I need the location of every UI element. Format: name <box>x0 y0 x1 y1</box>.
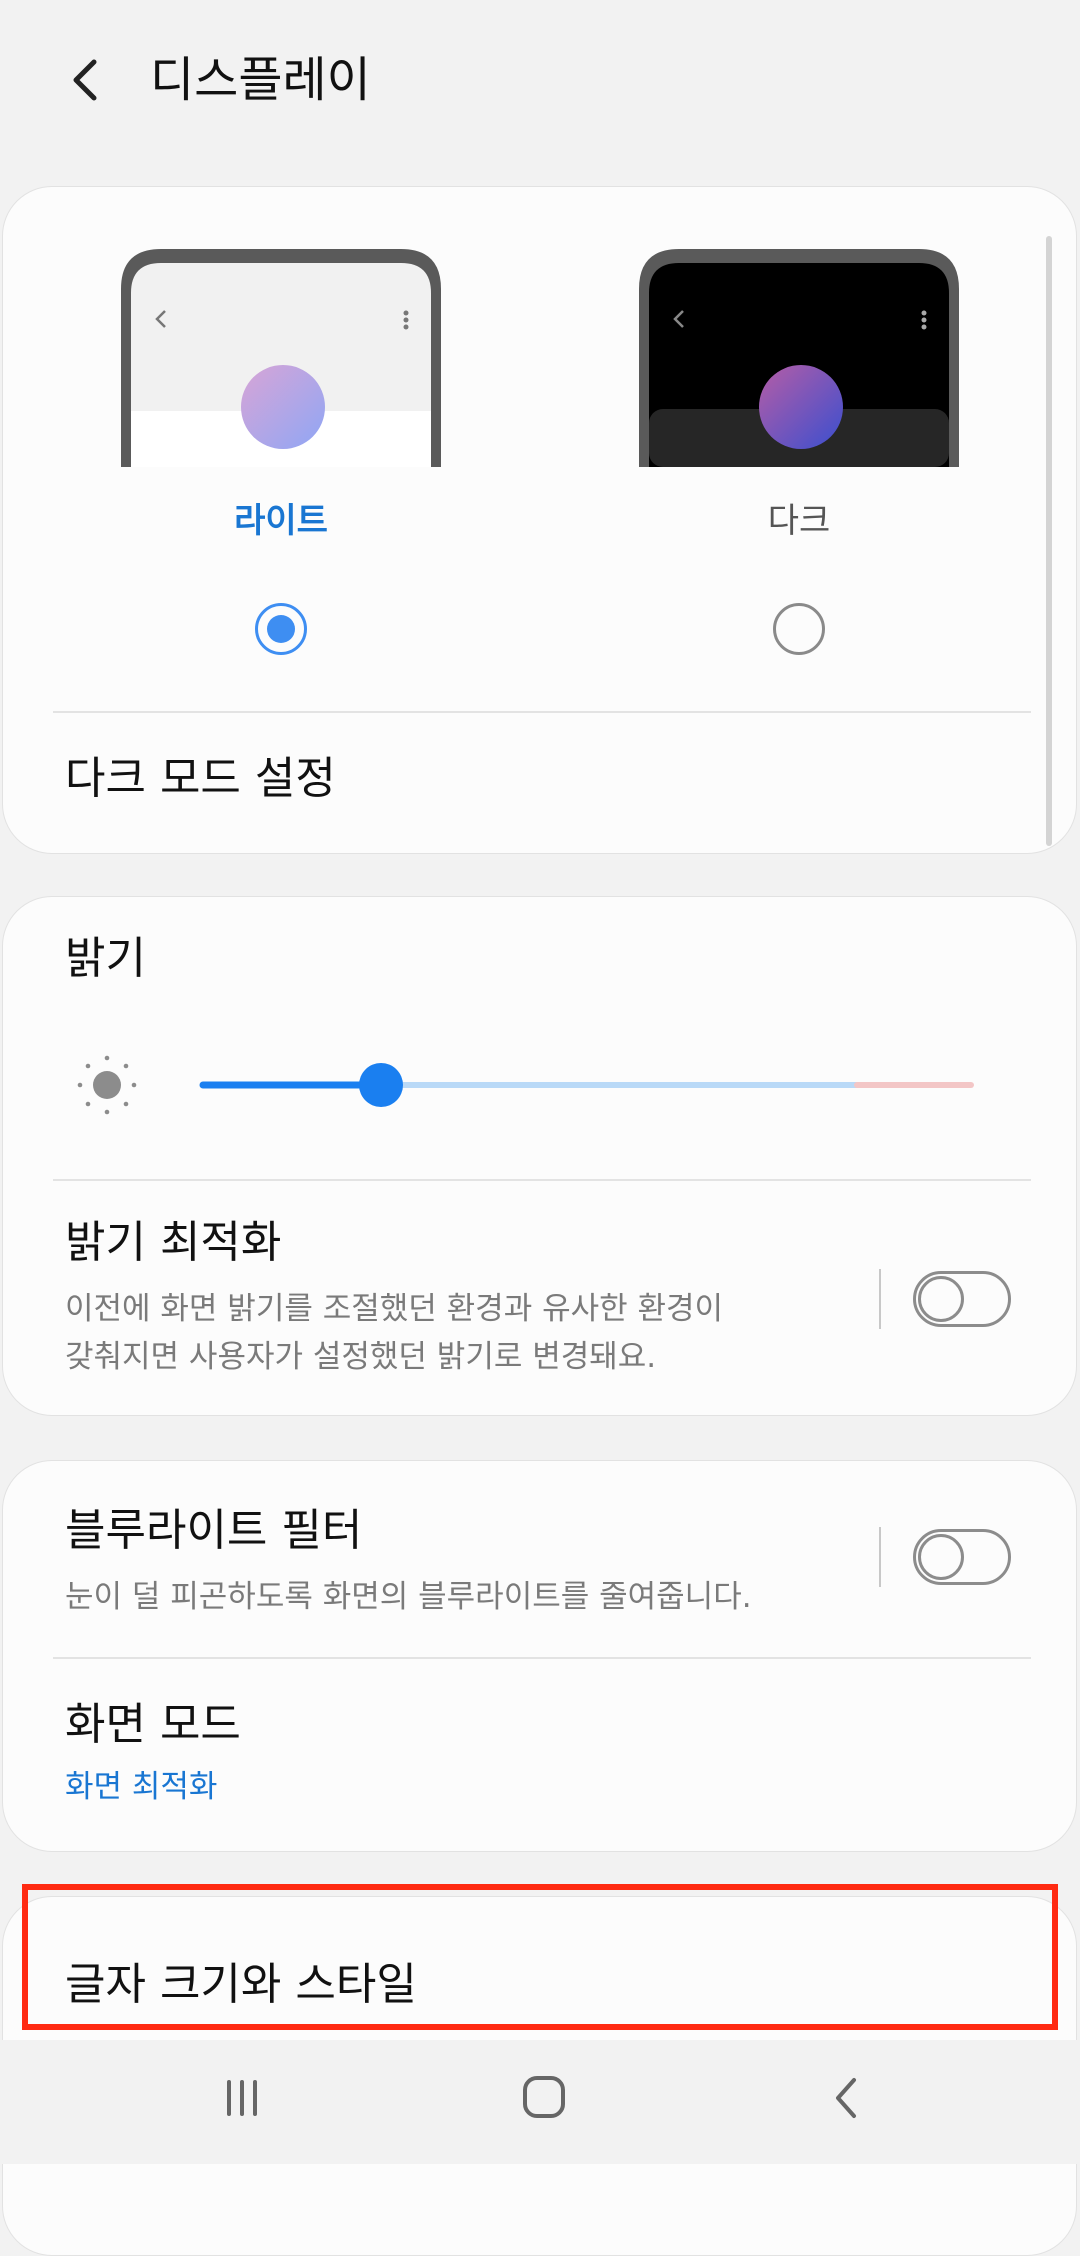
scrollbar <box>1046 236 1052 846</box>
dark-theme-label: 다크 <box>767 501 831 541</box>
blue-light-filter-desc: 눈이 덜 피곤하도록 화면의 블루라이트를 줄여줍니다. <box>65 1579 752 1615</box>
slider-thumb[interactable] <box>359 1063 403 1107</box>
chevron-left-icon <box>73 59 97 101</box>
adaptive-brightness-desc-2: 갖춰지면 사용자가 설정했던 밝기로 변경돼요. <box>65 1339 657 1375</box>
screen-mode-title[interactable]: 화면 모드 <box>65 1697 241 1753</box>
dark-theme-radio[interactable] <box>773 603 825 655</box>
highlight-box <box>22 1884 1058 2030</box>
back-nav-icon <box>836 2078 856 2118</box>
light-theme-label: 라이트 <box>234 501 328 541</box>
adaptive-brightness-desc-1: 이전에 화면 밝기를 조절했던 환경과 유사한 환경이 <box>65 1291 724 1327</box>
divider <box>53 1657 1031 1659</box>
filter-card: 블루라이트 필터 눈이 덜 피곤하도록 화면의 블루라이트를 줄여줍니다. 화면… <box>2 1460 1077 1852</box>
screen-mode-value: 화면 최적화 <box>65 1769 218 1805</box>
adaptive-brightness-title[interactable]: 밝기 최적화 <box>65 1215 281 1271</box>
blue-light-filter-title[interactable]: 블루라이트 필터 <box>65 1503 362 1559</box>
navigation-bar <box>0 2040 1080 2164</box>
divider <box>53 1179 1031 1181</box>
back-nav-button[interactable] <box>812 2068 882 2128</box>
theme-card: 라이트 다크 다크 모드 설정 <box>2 186 1077 854</box>
vertical-separator <box>879 1527 881 1587</box>
home-button[interactable] <box>509 2068 579 2128</box>
divider <box>53 711 1031 713</box>
page-title: 디스플레이 <box>150 52 371 108</box>
sun-icon <box>77 1055 137 1115</box>
light-theme-preview[interactable] <box>121 249 441 467</box>
dark-theme-preview[interactable] <box>639 249 959 467</box>
adaptive-brightness-toggle[interactable] <box>913 1271 1011 1327</box>
blue-light-filter-toggle[interactable] <box>913 1529 1011 1585</box>
home-icon <box>523 2076 565 2118</box>
recent-apps-button[interactable] <box>207 2068 277 2128</box>
light-theme-radio[interactable] <box>255 603 307 655</box>
brightness-card: 밝기 밝기 최적화 이전에 화면 밝기를 조절했던 환경과 유사한 환경이 갖춰… <box>2 896 1077 1416</box>
brightness-slider[interactable] <box>63 1045 983 1125</box>
brightness-title: 밝기 <box>65 933 146 984</box>
back-button[interactable] <box>58 50 118 110</box>
dark-mode-settings-item[interactable]: 다크 모드 설정 <box>65 751 336 807</box>
recent-apps-icon <box>227 2080 257 2116</box>
vertical-separator <box>879 1269 881 1329</box>
app-header: 디스플레이 <box>0 0 1080 170</box>
